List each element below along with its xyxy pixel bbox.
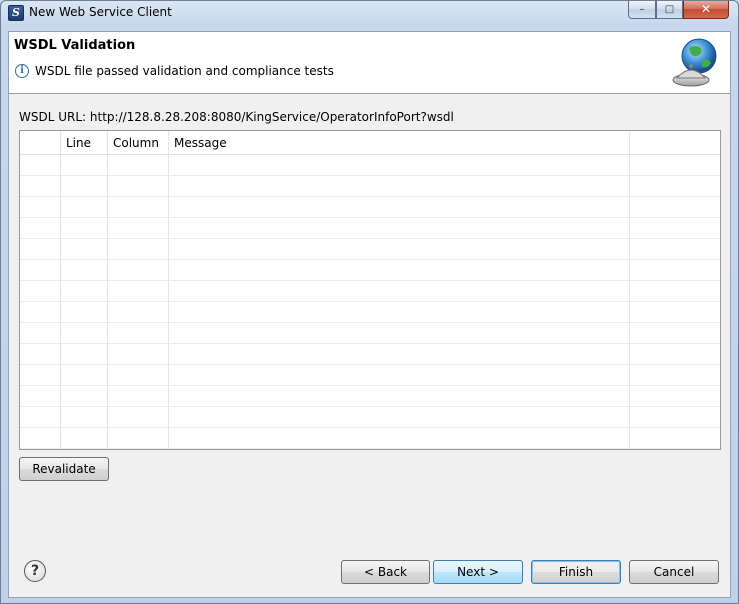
help-icon[interactable]: ? [24,560,46,582]
column-header-column[interactable]: Column [107,131,168,155]
column-header-filler [629,131,720,155]
title-bar[interactable]: S New Web Service Client – □ ✕ [1,1,738,25]
column-header-message[interactable]: Message [168,131,629,155]
table-row [20,239,720,260]
table-row [20,344,720,365]
app-icon: S [8,5,24,21]
status-message: WSDL file passed validation and complian… [35,64,334,78]
finish-button[interactable]: Finish [531,560,621,584]
column-header-blank[interactable] [20,131,60,155]
window-title: New Web Service Client [29,5,172,19]
dialog-window: S New Web Service Client – □ ✕ WSDL Vali… [0,0,739,604]
minimize-button[interactable]: – [628,1,656,19]
wsdl-url-label: WSDL URL: http://128.8.28.208:8080/KingS… [19,110,454,124]
next-button[interactable]: Next > [433,560,523,584]
back-button[interactable]: < Back [341,560,430,584]
column-header-line[interactable]: Line [60,131,107,155]
table-row [20,260,720,281]
table-row [20,365,720,386]
table-row [20,302,720,323]
table-body [20,155,720,449]
dialog-client: WSDL Validation i WSDL file passed valid… [8,31,731,598]
close-button[interactable]: ✕ [683,1,729,19]
table-row [20,218,720,239]
table-row [20,386,720,407]
table-row [20,407,720,428]
page-title: WSDL Validation [14,38,136,53]
table-row [20,323,720,344]
table-row [20,197,720,218]
table-row [20,155,720,176]
table-row [20,176,720,197]
table-row [20,281,720,302]
wizard-banner: WSDL Validation i WSDL file passed valid… [9,32,730,94]
table-row [20,428,720,449]
table-header: Line Column Message [20,131,720,155]
validation-table[interactable]: Line Column Message [19,130,721,450]
info-icon: i [15,64,29,78]
cancel-button[interactable]: Cancel [629,560,719,584]
globe-service-icon [672,38,717,87]
maximize-button[interactable]: □ [656,1,683,19]
revalidate-button[interactable]: Revalidate [19,457,109,481]
